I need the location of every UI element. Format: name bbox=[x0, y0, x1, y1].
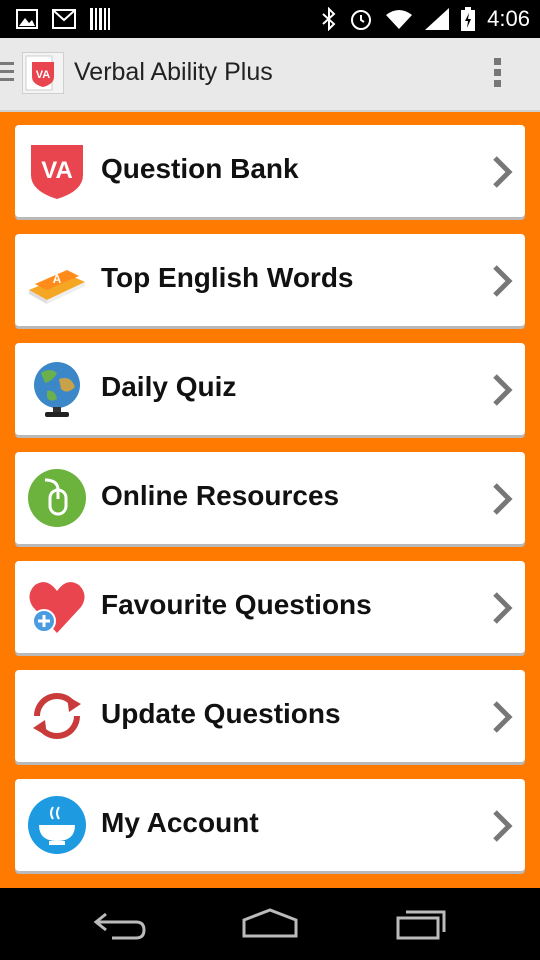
overflow-menu-icon[interactable] bbox=[494, 58, 502, 91]
chevron-right-icon bbox=[493, 265, 513, 297]
menu-item-my-account[interactable]: My Account bbox=[15, 779, 525, 871]
svg-text:A: A bbox=[53, 272, 62, 286]
menu-item-online-resources[interactable]: Online Resources bbox=[15, 452, 525, 544]
menu-item-label: Update Questions bbox=[101, 698, 341, 729]
menu-item-label: My Account bbox=[101, 807, 259, 838]
barcode-icon bbox=[90, 8, 110, 30]
menu-item-label: Favourite Questions bbox=[101, 589, 372, 620]
menu-item-label: Question Bank bbox=[101, 153, 299, 184]
image-icon bbox=[16, 9, 38, 29]
chevron-right-icon bbox=[493, 156, 513, 188]
menu-item-label: Top English Words bbox=[101, 262, 354, 293]
menu-item-update-questions[interactable]: Update Questions bbox=[15, 670, 525, 762]
bluetooth-icon bbox=[322, 7, 336, 31]
menu-item-label: Daily Quiz bbox=[101, 371, 237, 402]
app-icon-text: VA bbox=[36, 69, 51, 81]
gmail-icon bbox=[52, 9, 76, 29]
back-icon[interactable] bbox=[92, 906, 148, 942]
chevron-right-icon bbox=[493, 810, 513, 842]
chevron-right-icon bbox=[493, 701, 513, 733]
va-badge-icon: VA bbox=[31, 145, 83, 199]
alarm-icon bbox=[351, 10, 372, 30]
chevron-right-icon bbox=[493, 374, 513, 406]
chevron-right-icon bbox=[493, 483, 513, 515]
status-bar: 4:06 bbox=[0, 0, 540, 38]
heart-plus-icon bbox=[29, 582, 85, 633]
book-icon: A bbox=[29, 270, 85, 304]
menu-item-favourite-questions[interactable]: Favourite Questions bbox=[15, 561, 525, 653]
refresh-icon bbox=[33, 693, 81, 739]
globe-icon bbox=[34, 362, 80, 417]
menu-item-question-bank[interactable]: VA Question Bank bbox=[15, 125, 525, 217]
recents-icon[interactable] bbox=[394, 906, 450, 942]
clock: 4:06 bbox=[487, 6, 530, 31]
menu-item-label: Online Resources bbox=[101, 480, 340, 511]
app-title: Verbal Ability Plus bbox=[74, 58, 273, 86]
drawer-icon[interactable] bbox=[0, 62, 14, 86]
action-bar: VA Verbal Ability Plus bbox=[0, 38, 540, 112]
bowl-icon bbox=[28, 796, 86, 854]
mouse-icon bbox=[28, 469, 86, 527]
menu-item-top-english-words[interactable]: A Top English Words bbox=[15, 234, 525, 326]
wifi-icon bbox=[386, 10, 413, 29]
signal-icon bbox=[425, 8, 450, 30]
navigation-bar bbox=[0, 888, 540, 960]
chevron-right-icon bbox=[493, 592, 513, 624]
va-badge-text: VA bbox=[41, 157, 73, 184]
home-icon[interactable] bbox=[240, 906, 300, 942]
app-icon[interactable]: VA bbox=[22, 52, 64, 94]
battery-icon bbox=[461, 7, 476, 31]
menu-item-daily-quiz[interactable]: Daily Quiz bbox=[15, 343, 525, 435]
main-menu: VA Question Bank A Top English Words Dai… bbox=[15, 125, 525, 888]
